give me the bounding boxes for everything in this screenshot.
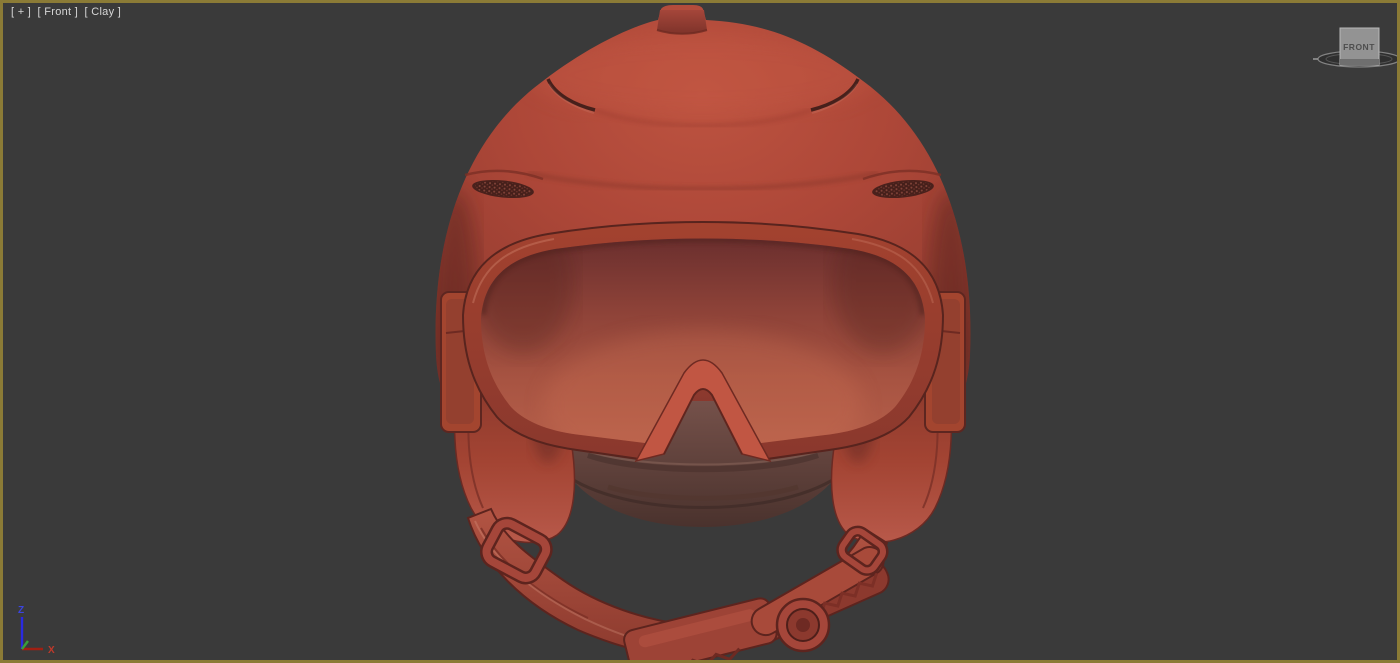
world-axis-gizmo: Z X xyxy=(18,605,55,656)
viewcube-front-label: FRONT xyxy=(1343,42,1375,52)
helmet-3d-model[interactable] xyxy=(3,3,1397,660)
viewport-front-clay[interactable]: [ + ] [ Front ] [ Clay ] FRONT Z X xyxy=(0,0,1400,663)
viewport-menu-shading[interactable]: [ Clay ] xyxy=(84,6,121,18)
viewcube-front-face[interactable]: FRONT xyxy=(1339,27,1380,66)
axis-z-label: Z xyxy=(18,605,24,616)
viewport-label: [ + ] [ Front ] [ Clay ] xyxy=(11,6,124,18)
chin-strap[interactable] xyxy=(466,507,893,660)
viewport-menu-general[interactable]: [ + ] xyxy=(11,6,31,18)
viewport-menu-point-of-view[interactable]: [ Front ] xyxy=(38,6,79,18)
viewcube[interactable]: FRONT xyxy=(1237,15,1397,90)
top-vent-switch xyxy=(656,10,708,35)
axis-x-label: X xyxy=(48,645,55,656)
